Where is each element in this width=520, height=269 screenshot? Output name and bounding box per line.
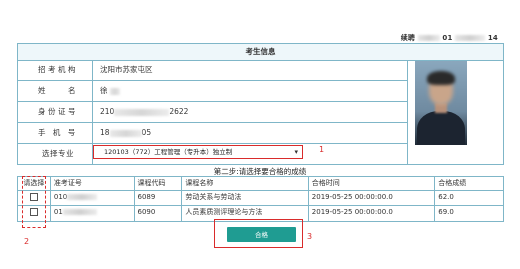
exam-no-text: 01 — [53, 208, 63, 216]
info-row-id-number: 身份证号 210 2622 — [18, 102, 407, 123]
info-row-institution: 招考机构 沈阳市苏家屯区 — [18, 60, 407, 81]
info-label: 身份证号 — [18, 102, 93, 122]
candidate-photo — [415, 61, 467, 145]
pass-time-cell: 2019-05-25 00:00:00.0 — [309, 206, 436, 221]
id-number-suffix: 2622 — [169, 107, 189, 116]
redacted-text — [67, 194, 98, 200]
phone-suffix: 05 — [141, 128, 152, 137]
info-row-phone: 手 机 号 18 05 — [18, 123, 407, 144]
info-value: 210 2622 — [100, 102, 188, 122]
registration-id-prefix: 续聘 — [400, 34, 416, 42]
info-label: 选择专业 — [18, 144, 93, 165]
redacted-text — [109, 129, 142, 137]
column-header-pass-time: 合格时间 — [309, 177, 436, 190]
exam-no-cell: 010 — [51, 191, 135, 205]
registration-id-value: 01 — [442, 34, 453, 42]
id-number-prefix: 210 — [100, 107, 115, 116]
info-value: 18 05 — [100, 123, 151, 143]
registration-id: 续聘 01 14 — [401, 33, 498, 43]
score-table: 请选择 准考证号 课程代码 课程名称 合格时间 合格成绩 010 6089 劳动… — [17, 176, 504, 222]
info-row-name: 姓 名 徐 — [18, 81, 407, 102]
column-header-exam-no: 准考证号 — [51, 177, 135, 190]
annotation-2: 2 — [24, 237, 30, 246]
table-header-row: 请选择 准考证号 课程代码 课程名称 合格时间 合格成绩 — [18, 177, 503, 191]
major-select-value: 120103（772）工程管理（专升本）独立制 — [104, 148, 233, 156]
phone-prefix: 18 — [100, 128, 110, 137]
table-row: 010 6089 劳动关系与劳动法 2019-05-25 00:00:00.0 … — [18, 191, 503, 206]
column-header-course-name: 课程名称 — [182, 177, 309, 190]
registration-id-suffix: 14 — [487, 34, 498, 42]
exam-no-text: 010 — [53, 193, 68, 201]
annotation-box-2 — [22, 176, 46, 228]
chevron-down-icon: ▾ — [294, 148, 298, 156]
info-label: 姓 名 — [18, 81, 93, 101]
major-select[interactable]: 120103（772）工程管理（专升本）独立制 ▾ — [93, 145, 303, 159]
name-text: 徐 — [100, 86, 108, 95]
exam-no-cell: 01 — [51, 206, 135, 221]
annotation-3: 3 — [307, 232, 313, 241]
column-header-course-code: 课程代码 — [135, 177, 183, 190]
info-value: 沈阳市苏家屯区 — [100, 65, 153, 74]
pass-time-cell: 2019-05-25 00:00:00.0 — [309, 191, 436, 205]
redacted-text — [62, 209, 97, 215]
photo-cell — [407, 60, 503, 164]
annotation-1: 1 — [319, 145, 325, 154]
course-code-cell: 6090 — [135, 206, 183, 221]
redacted-text — [417, 35, 440, 41]
info-label: 手 机 号 — [18, 123, 93, 143]
column-header-score: 合格成绩 — [438, 179, 467, 187]
info-value: 徐 — [100, 81, 120, 101]
redacted-text — [455, 35, 486, 41]
course-name-cell: 劳动关系与劳动法 — [182, 191, 309, 205]
pass-button[interactable]: 合格 — [227, 227, 296, 242]
candidate-info-title: 考生信息 — [18, 44, 503, 61]
redacted-text — [109, 87, 120, 95]
score-cell: 69.0 — [438, 208, 454, 216]
info-label: 招考机构 — [18, 60, 93, 80]
score-cell: 62.0 — [438, 193, 454, 201]
redacted-text — [114, 108, 170, 116]
course-code-cell: 6089 — [135, 191, 183, 205]
